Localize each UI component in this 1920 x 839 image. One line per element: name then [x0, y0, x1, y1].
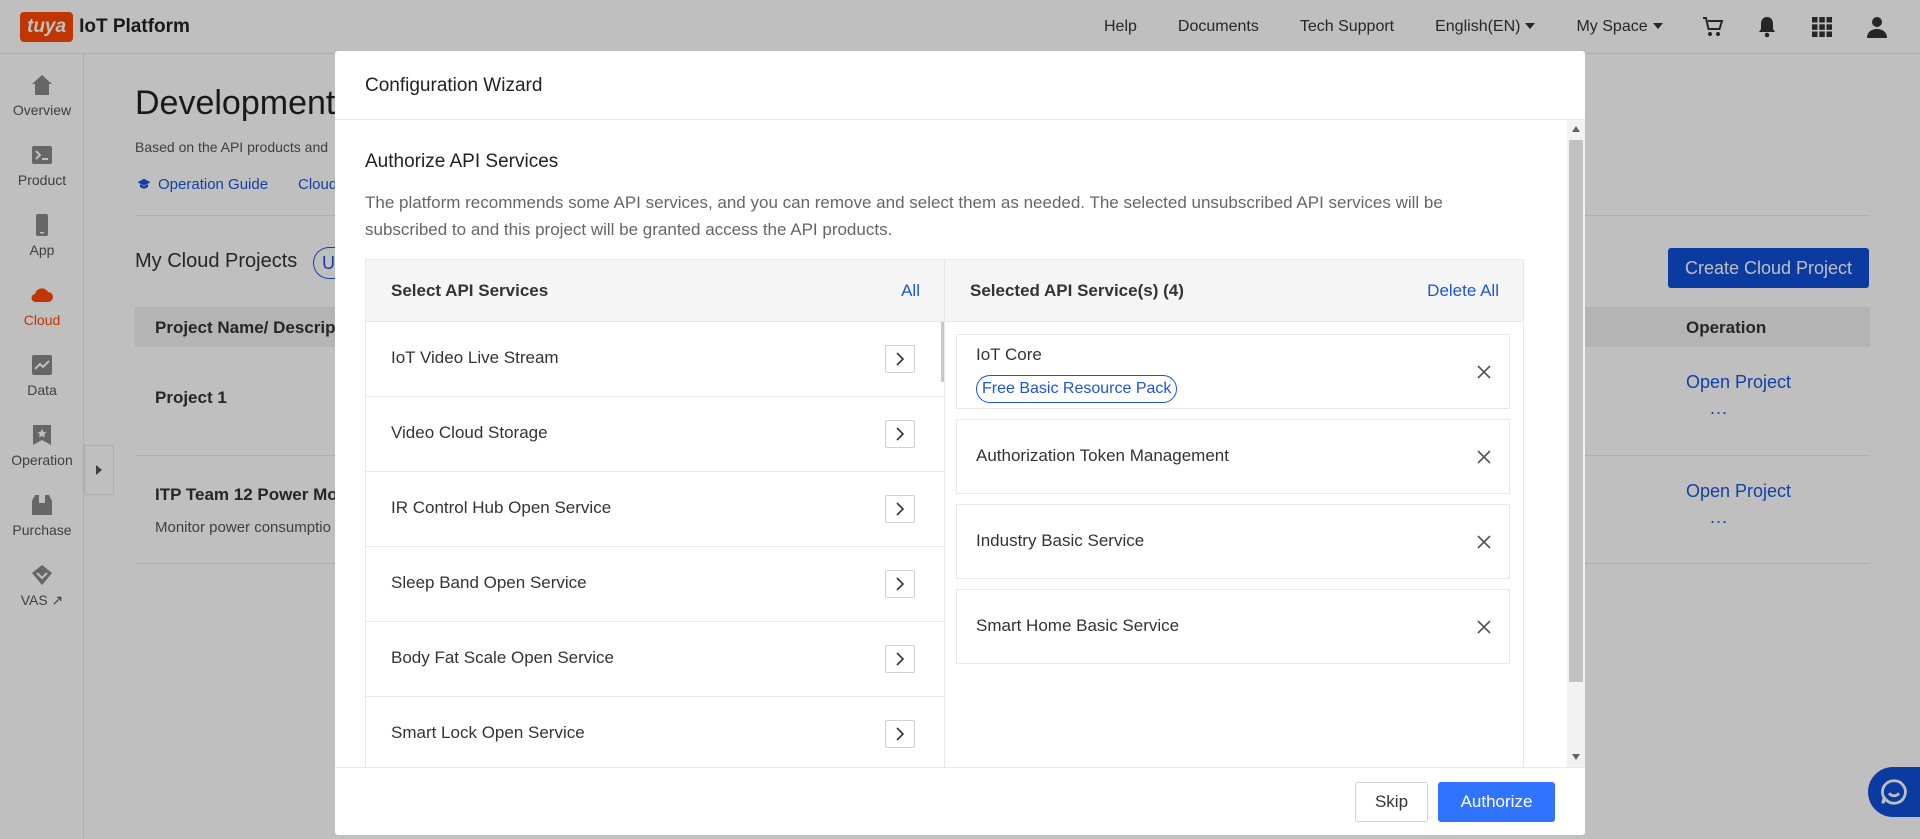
panel-title: Select API Services: [391, 281, 549, 300]
remove-service-button[interactable]: [1477, 535, 1491, 549]
select-api-services-panel: Select API Services All IoT Video Live S…: [365, 259, 945, 767]
add-service-button[interactable]: [885, 345, 915, 373]
service-label: Video Cloud Storage: [391, 423, 548, 442]
list-item: IoT Video Live Stream: [366, 322, 944, 397]
list-item: Sleep Band Open Service: [366, 547, 944, 622]
chevron-right-icon: [896, 577, 905, 591]
list-item: IR Control Hub Open Service: [366, 472, 944, 547]
list-item: Smart Lock Open Service: [366, 697, 944, 767]
add-service-button[interactable]: [885, 645, 915, 673]
modal-scrollbar-thumb[interactable]: [1569, 140, 1583, 682]
authorize-button[interactable]: Authorize: [1438, 782, 1555, 822]
remove-service-button[interactable]: [1477, 620, 1491, 634]
add-service-button[interactable]: [885, 495, 915, 523]
scroll-down-arrow-icon[interactable]: [1572, 754, 1580, 760]
add-service-button[interactable]: [885, 570, 915, 598]
selected-api-services-panel: Selected API Service(s) (4) Delete All I…: [944, 259, 1524, 767]
service-label: Smart Lock Open Service: [391, 723, 585, 742]
selected-service-item: IoT Core Free Basic Resource Pack: [956, 334, 1510, 409]
skip-button[interactable]: Skip: [1355, 782, 1428, 822]
add-service-button[interactable]: [885, 420, 915, 448]
scroll-up-arrow-icon[interactable]: [1572, 126, 1580, 132]
select-all-link[interactable]: All: [901, 281, 920, 301]
service-label: Industry Basic Service: [976, 531, 1145, 550]
chevron-right-icon: [896, 652, 905, 666]
remove-service-button[interactable]: [1477, 450, 1491, 464]
close-icon: [1477, 620, 1491, 634]
chevron-right-icon: [896, 352, 905, 366]
service-label: Smart Home Basic Service: [976, 616, 1180, 635]
service-label: Body Fat Scale Open Service: [391, 648, 615, 667]
service-label: IR Control Hub Open Service: [391, 498, 612, 517]
chevron-right-icon: [896, 502, 905, 516]
section-description: The platform recommends some API service…: [365, 193, 1443, 239]
delete-all-link[interactable]: Delete All: [1427, 281, 1499, 301]
chevron-right-icon: [896, 427, 905, 441]
list-item: Video Cloud Storage: [366, 397, 944, 472]
panel-header: Select API Services All: [366, 260, 944, 322]
service-label: IoT Video Live Stream: [391, 348, 559, 367]
modal-title: Configuration Wizard: [365, 75, 543, 96]
panel-title: Selected API Service(s) (4): [970, 281, 1184, 300]
add-service-button[interactable]: [885, 720, 915, 748]
selected-service-item: Authorization Token Management: [956, 419, 1510, 494]
configuration-wizard-modal: Configuration Wizard Authorize API Servi…: [335, 51, 1585, 835]
close-icon: [1477, 450, 1491, 464]
section-title: Authorize API Services: [365, 151, 559, 172]
service-label: Authorization Token Management: [976, 446, 1229, 465]
modal-footer: Skip Authorize: [335, 767, 1585, 835]
close-icon: [1477, 535, 1491, 549]
service-label: Sleep Band Open Service: [391, 573, 587, 592]
resource-pack-tag[interactable]: Free Basic Resource Pack: [976, 375, 1178, 403]
chevron-right-icon: [896, 727, 905, 741]
service-label: IoT Core: [976, 345, 1042, 364]
panel-header: Selected API Service(s) (4) Delete All: [945, 260, 1523, 322]
modal-body: Authorize API Services The platform reco…: [335, 120, 1585, 767]
list-item: Body Fat Scale Open Service: [366, 622, 944, 697]
remove-service-button[interactable]: [1477, 365, 1491, 379]
close-icon: [1477, 365, 1491, 379]
selected-service-item: Smart Home Basic Service: [956, 589, 1510, 664]
selected-service-item: Industry Basic Service: [956, 504, 1510, 579]
modal-header: Configuration Wizard: [335, 51, 1585, 120]
